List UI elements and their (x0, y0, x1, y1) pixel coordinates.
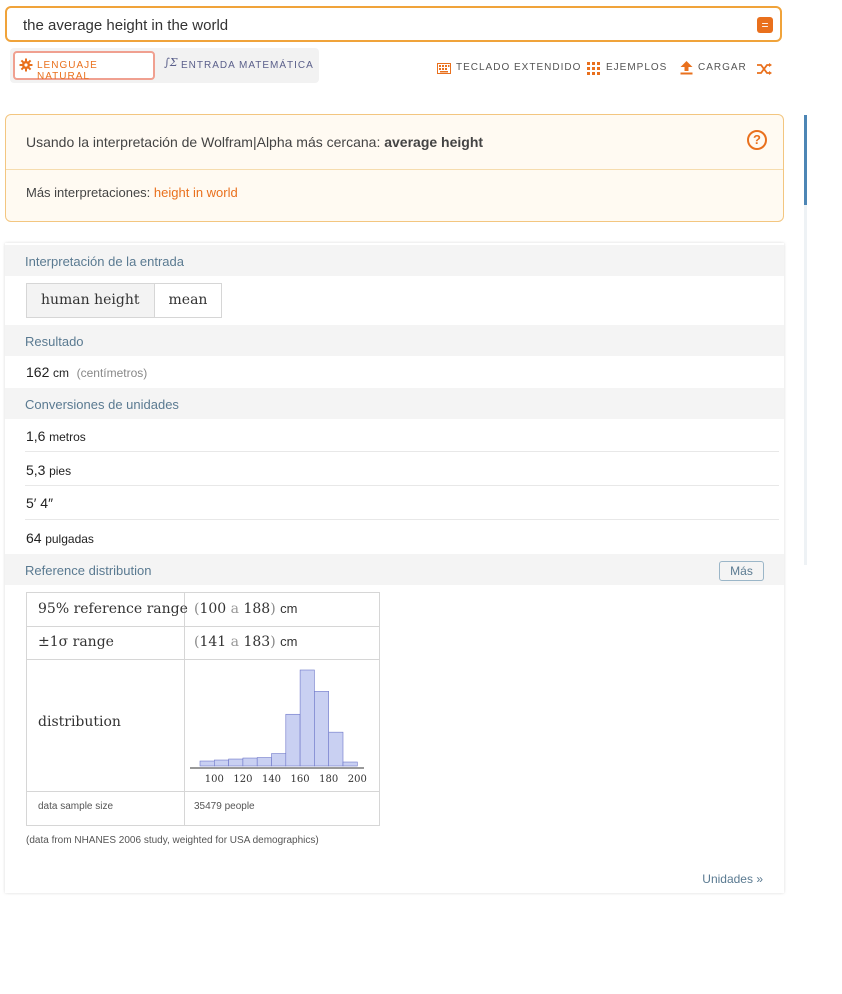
conversion-unit: pulgadas (45, 532, 94, 546)
sample-size-label: data sample size (38, 801, 114, 812)
result-unit: cm (52, 366, 69, 380)
more-interpretations-prefix: Más interpretaciones: (26, 185, 154, 200)
examples-button[interactable]: EJEMPLOS (606, 62, 667, 73)
assumption-term: average height (384, 134, 484, 150)
histogram-bar (328, 731, 344, 767)
keyboard-button[interactable]: TECLADO EXTENDIDO (456, 62, 581, 73)
sample-size-value: 35479 people (194, 801, 255, 812)
keyboard-icon[interactable] (437, 63, 451, 74)
more-button[interactable]: Más (719, 561, 764, 581)
submit-icon[interactable]: = (757, 17, 773, 33)
random-icon[interactable] (757, 63, 772, 75)
x-tick-label: 100 (205, 774, 224, 785)
x-tick-label: 180 (319, 774, 338, 785)
assumption-prefix: Usando la interpretación de Wolfram|Alph… (26, 134, 385, 150)
help-icon[interactable]: ? (747, 130, 767, 150)
range1s-value: (141 a 183) cm (194, 634, 298, 650)
x-tick-label: 160 (291, 774, 310, 785)
distribution-histogram: 100 120 140 160 180 200 (190, 669, 367, 785)
input-interpretation: human height mean (26, 283, 223, 318)
x-tick-label: 120 (233, 774, 252, 785)
input-mode-tabs: LENGUAJE NATURAL ∫Σ ENTRADA MATEMÁTICA (10, 48, 319, 83)
pod-result-title: Resultado (25, 334, 84, 349)
x-tick-label: 140 (262, 774, 281, 785)
chip-human-height: human height (27, 284, 155, 317)
conversion-row: 5,3 pies (26, 462, 71, 478)
interpretation-link[interactable]: height in world (154, 185, 238, 200)
range95-value: (100 a 188) cm (194, 601, 298, 617)
more-interpretations: Más interpretaciones: height in world (26, 185, 238, 200)
conversion-unit: pies (49, 464, 72, 478)
histogram-bar (271, 753, 287, 767)
histogram-bar (299, 669, 315, 767)
histogram-bar (314, 691, 329, 767)
x-tick-label: 200 (348, 774, 367, 785)
conversion-row: 5′ 4″ (26, 495, 53, 511)
examples-icon[interactable] (587, 62, 601, 76)
conversion-value: 64 (26, 530, 42, 546)
pod-input-title: Interpretación de la entrada (25, 254, 184, 269)
distribution-label: distribution (38, 714, 121, 730)
range95-label: 95% reference range (38, 601, 188, 617)
conversion-value: 1,6 (26, 428, 46, 444)
gear-icon (19, 58, 33, 72)
pod-reference-title: Reference distribution (25, 563, 152, 578)
conversion-value: 5′ 4″ (26, 495, 54, 511)
data-source-note: (data from NHANES 2006 study, weighted f… (26, 835, 319, 846)
range1s-sep: a (230, 634, 240, 650)
range1s-high: 183 (243, 634, 271, 650)
range1s-label: ±1σ range (38, 634, 114, 650)
side-strip-accent (804, 115, 807, 205)
search-input[interactable]: the average height in the world = (5, 6, 782, 42)
range95-high: 188 (243, 601, 271, 617)
chip-mean: mean (168, 292, 208, 308)
histogram-bar (228, 758, 244, 767)
range95-low: 100 (199, 601, 227, 617)
histogram-bar (213, 759, 229, 767)
conversion-value: 5,3 (26, 462, 46, 478)
result-value: 162 cm (centímetros) (26, 364, 147, 380)
upload-icon[interactable] (680, 61, 693, 75)
histogram-bar (242, 757, 258, 767)
assumption-text: Usando la interpretación de Wolfram|Alph… (26, 134, 483, 150)
row-divider (25, 519, 779, 520)
integral-icon: ∫Σ (164, 56, 178, 69)
units-link[interactable]: Unidades » (702, 872, 763, 886)
histogram-bar (256, 757, 272, 767)
range1s-unit: cm (280, 634, 298, 649)
result-unit-note: (centímetros) (76, 366, 148, 380)
tab-natural-language[interactable]: LENGUAJE NATURAL (13, 51, 155, 82)
pod-reference-header: Reference distribution (5, 554, 784, 585)
assumption-box: Usando la interpretación de Wolfram|Alph… (5, 114, 784, 222)
row-divider (25, 451, 779, 452)
conversion-row: 64 pulgadas (26, 530, 94, 546)
range95-unit: cm (280, 601, 298, 616)
pod-result-header: Resultado (5, 325, 784, 356)
pod-input-header: Interpretación de la entrada (5, 245, 784, 276)
tab-math-input[interactable]: ∫Σ ENTRADA MATEMÁTICA (161, 51, 316, 80)
tab-math-label: ENTRADA MATEMÁTICA (181, 60, 314, 71)
histogram-bar (199, 760, 215, 767)
result-number: 162 (26, 364, 50, 380)
range1s-low: 141 (199, 634, 227, 650)
pod-conversions-header: Conversiones de unidades (5, 388, 784, 419)
range95-sep: a (230, 601, 240, 617)
upload-button[interactable]: CARGAR (698, 62, 747, 73)
histogram-bar (342, 761, 358, 767)
results-panel: Interpretación de la entrada human heigh… (5, 243, 784, 893)
row-divider (25, 485, 779, 486)
divider (6, 169, 783, 170)
search-query[interactable]: the average height in the world (23, 17, 228, 34)
pod-conversions-title: Conversiones de unidades (25, 397, 179, 412)
histogram-bar (285, 713, 301, 767)
conversion-row: 1,6 metros (26, 428, 86, 444)
conversion-unit: metros (49, 430, 86, 444)
tab-natural-label: LENGUAJE NATURAL (37, 60, 98, 82)
